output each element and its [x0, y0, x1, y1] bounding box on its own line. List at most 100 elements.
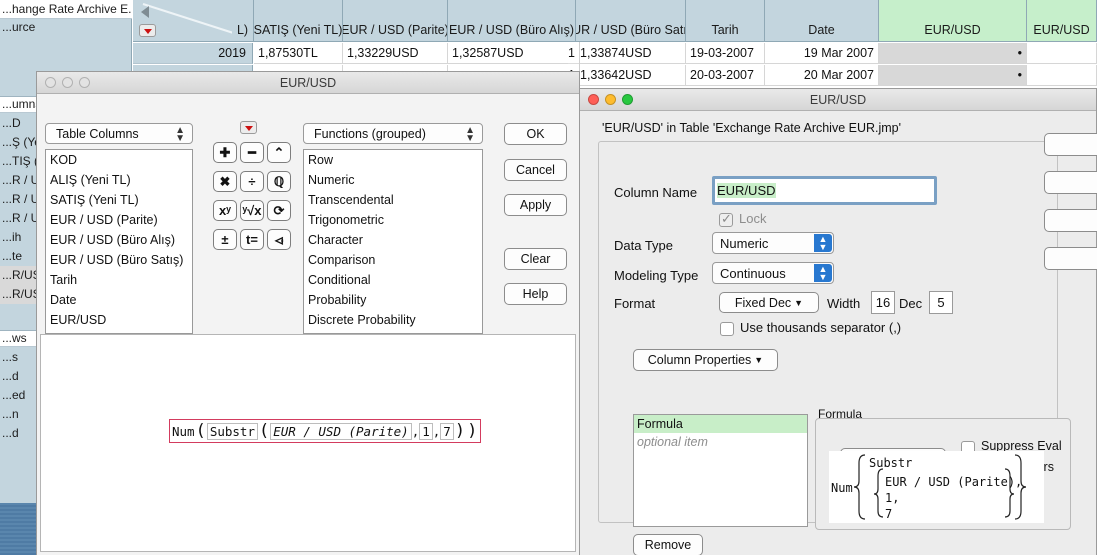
nav-left-triangle-icon[interactable] [141, 6, 149, 18]
width-input[interactable]: 16 [871, 291, 895, 314]
modeling-type-select[interactable]: Continuous ▲ ▼ [712, 262, 834, 284]
column-info-window-controls[interactable] [588, 94, 633, 105]
close-icon[interactable] [45, 77, 56, 88]
formula-function-item[interactable]: Comparison [304, 250, 482, 270]
column-property-item[interactable]: Formula [634, 415, 807, 433]
formula-window-controls[interactable] [45, 77, 90, 88]
table-cell-partial[interactable]: 1 [568, 42, 579, 64]
t-equals-operator[interactable]: t= [240, 229, 264, 250]
table-column-header[interactable]: EUR / USD (Büro Alış) [448, 0, 576, 42]
apply-button[interactable]: Apply [504, 194, 567, 216]
lock-checkbox[interactable] [719, 211, 733, 227]
insert-above-operator[interactable]: ⌃ [267, 142, 291, 163]
column-info-edge-button-2[interactable] [1044, 171, 1097, 194]
formula-red-triangle-menu-icon[interactable] [240, 121, 257, 134]
table-cell[interactable]: 20-03-2007 [686, 65, 765, 86]
plus-minus-operator[interactable]: ± [213, 229, 237, 250]
table-cell[interactable]: 20 Mar 2007 [765, 65, 879, 86]
formula-argument-start[interactable]: 1 [419, 422, 433, 440]
column-info-edge-button-1[interactable] [1044, 133, 1097, 156]
formula-column-item[interactable]: KOD [46, 150, 192, 170]
local-variable-operator[interactable]: ℚ [267, 171, 291, 192]
table-cell[interactable]: • [879, 43, 1027, 64]
remove-button[interactable]: Remove [633, 534, 703, 555]
column-name-input[interactable]: EUR/USD [712, 176, 937, 205]
formula-function-item[interactable]: Character [304, 230, 482, 250]
table-cell[interactable]: • [879, 65, 1027, 86]
format-select[interactable]: Fixed Dec ▼ [719, 292, 819, 313]
table-cell[interactable]: 1,33874USD [576, 43, 686, 64]
table-column-header[interactable]: L) [232, 0, 254, 42]
divide-operator[interactable]: ÷ [240, 171, 264, 192]
maximize-icon[interactable] [79, 77, 90, 88]
formula-function-item[interactable]: Numeric [304, 170, 482, 190]
table-column-header[interactable]: EUR/USD [1027, 0, 1097, 42]
close-icon[interactable] [588, 94, 599, 105]
column-properties-list[interactable]: Formula optional item [633, 414, 808, 527]
data-table-source-label[interactable]: ...urce [0, 20, 132, 38]
formula-expression[interactable]: Num ( Substr ( EUR / USD (Parite) , 1 , … [169, 419, 482, 443]
root-operator[interactable]: ʸ√x [240, 200, 264, 221]
column-info-edge-button-3[interactable] [1044, 209, 1097, 232]
table-cell[interactable]: 1,87530TL [254, 43, 343, 64]
cancel-button[interactable]: Cancel [504, 159, 567, 181]
dec-input[interactable]: 5 [929, 291, 953, 314]
formula-function-item[interactable]: Trigonometric [304, 210, 482, 230]
power-operator[interactable]: xʸ [213, 200, 237, 221]
column-properties-button[interactable]: Column Properties ▼ [633, 349, 778, 371]
formula-column-item[interactable]: SATIŞ (Yeni TL) [46, 190, 192, 210]
table-cell[interactable]: 1,33229USD [343, 43, 448, 64]
table-row-number[interactable]: 2019 [133, 43, 253, 64]
table-column-header[interactable]: EUR/USD [879, 0, 1027, 42]
maximize-icon[interactable] [622, 94, 633, 105]
table-cell[interactable]: 1,33642USD [576, 65, 686, 86]
formula-window-titlebar[interactable]: EUR/USD [37, 72, 579, 94]
formula-functions-listbox[interactable]: Row Numeric Transcendental Trigonometric Cha… [303, 149, 483, 334]
formula-columns-listbox[interactable]: KOD ALIŞ (Yeni TL) SATIŞ (Yeni TL) EUR / US… [45, 149, 193, 334]
formula-function-item[interactable]: Transcendental [304, 190, 482, 210]
help-button[interactable]: Help [504, 283, 567, 305]
table-cell[interactable]: 1,32587USD [448, 43, 576, 64]
functions-popup[interactable]: Functions (grouped) ▲ ▼ [303, 123, 483, 144]
clear-button[interactable]: Clear [504, 248, 567, 270]
formula-column-item[interactable]: Tarih [46, 270, 192, 290]
formula-canvas[interactable]: Num ( Substr ( EUR / USD (Parite) , 1 , … [40, 334, 576, 552]
subtract-operator[interactable]: ━ [240, 142, 264, 163]
formula-argument-column[interactable]: EUR / USD (Parite) [270, 422, 412, 440]
data-type-select[interactable]: Numeric ▲ ▼ [712, 232, 834, 254]
formula-argument-length[interactable]: 7 [440, 422, 454, 440]
formula-column-item[interactable]: EUR/USD [46, 310, 192, 330]
formula-function-item[interactable]: Probability [304, 290, 482, 310]
formula-column-item[interactable]: Date [46, 290, 192, 310]
thousands-separator-checkbox[interactable] [720, 322, 734, 336]
data-table-title[interactable]: ...hange Rate Archive E... [0, 0, 132, 19]
column-info-edge-button-4[interactable] [1044, 247, 1097, 270]
formula-editor-window[interactable]: EUR/USD Table Columns ▲ ▼ KOD ALIŞ (Yeni T… [36, 71, 580, 555]
table-column-header[interactable]: EUR / USD (Parite) [343, 0, 448, 42]
formula-column-item[interactable]: EUR / USD (Büro Satış) [46, 250, 192, 270]
table-cell[interactable] [1027, 43, 1097, 64]
table-cell[interactable]: 19-03-2007 [686, 43, 765, 64]
formula-function-item[interactable]: Row [304, 150, 482, 170]
column-info-titlebar[interactable]: EUR/USD [580, 89, 1096, 111]
multiply-operator[interactable]: ✖ [213, 171, 237, 192]
columns-red-triangle-menu-icon[interactable] [139, 24, 156, 37]
formula-function-item[interactable]: Conditional [304, 270, 482, 290]
table-cell[interactable] [1027, 65, 1097, 86]
formula-column-item[interactable]: EUR / USD (Büro Alış) [46, 230, 192, 250]
formula-column-item[interactable]: EUR / USD (Parite) [46, 210, 192, 230]
table-column-header[interactable]: EUR / USD (Büro Satış) [576, 0, 686, 42]
table-column-header[interactable]: Tarih [686, 0, 765, 42]
revert-operator[interactable]: ⏿ [267, 229, 291, 250]
add-operator[interactable]: ✚ [213, 142, 237, 163]
table-columns-popup[interactable]: Table Columns ▲ ▼ [45, 123, 193, 144]
formula-inner-function[interactable]: Substr [206, 422, 258, 440]
formula-outer-function[interactable]: Num [172, 424, 195, 439]
minimize-icon[interactable] [62, 77, 73, 88]
swap-operator[interactable]: ⟳ [267, 200, 291, 221]
ok-button[interactable]: OK [504, 123, 567, 145]
table-column-header[interactable]: Date [765, 0, 879, 42]
column-property-item[interactable]: optional item [634, 433, 807, 451]
table-cell[interactable]: 19 Mar 2007 [765, 43, 879, 64]
minimize-icon[interactable] [605, 94, 616, 105]
